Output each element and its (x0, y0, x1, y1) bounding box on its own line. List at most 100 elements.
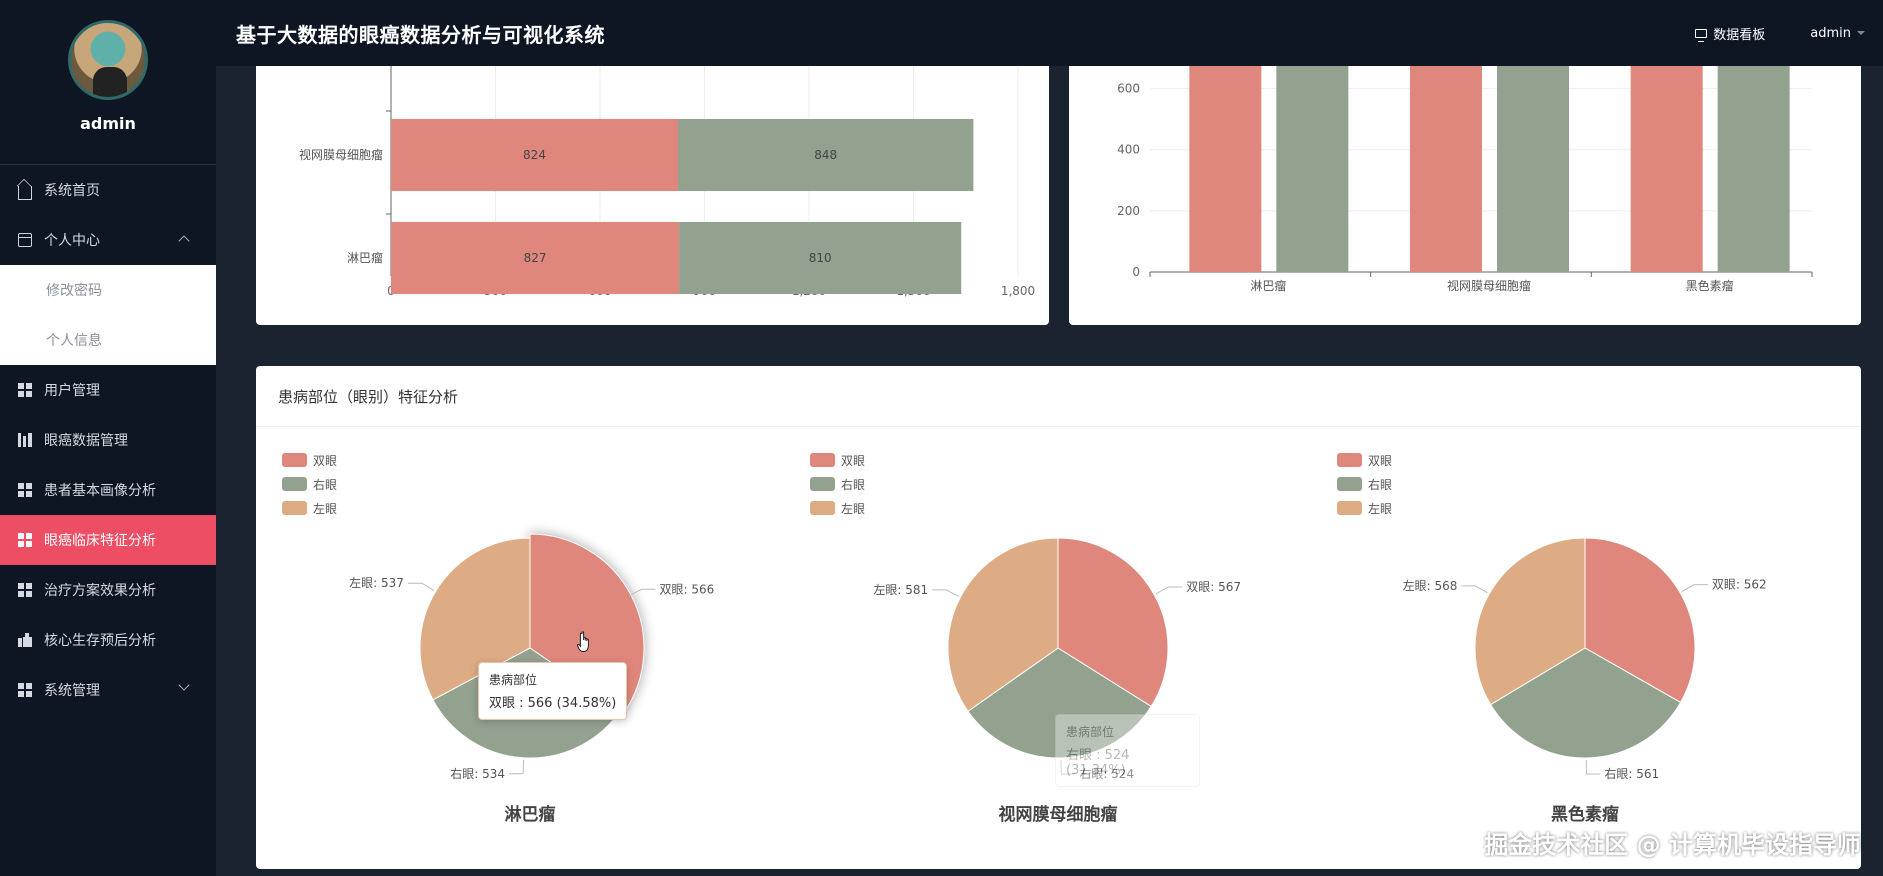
bar (1410, 66, 1482, 272)
sidebar-item-user-management[interactable]: 用户管理 (0, 365, 216, 415)
grouped-bar-chart: 0 200 400 600 淋巴瘤 视网膜母细胞瘤 黑色素瘤 (1117, 66, 1813, 293)
legend-label: 左眼 (1368, 501, 1393, 516)
personal-center-submenu: 修改密码 个人信息 (0, 265, 216, 365)
chart-tooltip: 患病部位 双眼 : 566 (34.58%) (478, 662, 628, 720)
grid-icon (18, 483, 32, 497)
home-icon (18, 186, 32, 200)
dashboard-link[interactable]: 数据看板 (1695, 24, 1765, 43)
legend-item-both[interactable]: 双眼 (282, 448, 337, 472)
legend-label: 双眼 (1368, 453, 1393, 468)
hand-cursor-icon (577, 631, 589, 652)
submenu-item-change-password[interactable]: 修改密码 (0, 265, 216, 315)
chevron-up-icon (178, 235, 190, 247)
card-icon (18, 233, 32, 247)
sidebar-item-clinical-features[interactable]: 眼癌临床特征分析 (0, 515, 216, 565)
pie-label: 双眼: 566 (659, 582, 714, 596)
pie-label-line (1155, 586, 1183, 595)
bar (1717, 66, 1790, 272)
bar-data-label: 827 (524, 251, 547, 265)
legend-label: 右眼 (1368, 477, 1393, 492)
legend-item-both[interactable]: 双眼 (810, 448, 865, 472)
legend-label: 右眼 (313, 477, 338, 492)
sidebar-item-label: 患者基本画像分析 (44, 483, 156, 499)
sidebar-item-home[interactable]: 系统首页 (0, 165, 216, 215)
bar (1189, 66, 1262, 272)
user-profile: admin (0, 0, 216, 165)
header-username: admin (1810, 25, 1851, 41)
caret-down-icon (1857, 31, 1865, 35)
legend-swatch (810, 501, 835, 515)
sidebar-username: admin (80, 114, 136, 133)
stacked-bar-chart: 03006009001,2001,5001,800视网膜母细胞瘤824848淋巴… (299, 66, 1035, 298)
app-title: 基于大数据的眼癌数据分析与可视化系统 (236, 22, 605, 47)
legend-item-both[interactable]: 双眼 (1337, 448, 1392, 472)
y-tick-label: 淋巴瘤 (347, 250, 383, 265)
legend-swatch (282, 453, 307, 467)
dashboard-link-label: 数据看板 (1713, 27, 1766, 43)
pie-title-melanoma: 黑色素瘤 (1551, 805, 1619, 825)
legend-label: 左眼 (313, 501, 338, 516)
pie-label: 双眼: 567 (1186, 580, 1241, 594)
pie-label: 双眼: 562 (1712, 578, 1767, 592)
pie-label: 右眼: 534 (450, 766, 505, 781)
grid-icon (18, 533, 32, 547)
eye-side-analysis-card: 患病部位（眼别）特征分析 双眼: 566 右眼: 534 左眼: 537 双眼: 56… (256, 366, 1861, 869)
pie-legend-2: 双眼 右眼 左眼 (810, 448, 865, 520)
watermark-text: 掘金技术社区 @ 计算机毕设指导师 (1484, 831, 1861, 859)
legend-item-left[interactable]: 左眼 (1337, 496, 1392, 520)
legend-item-left[interactable]: 左眼 (282, 496, 337, 520)
panel-title: 患病部位（眼别）特征分析 (256, 366, 1861, 427)
legend-label: 左眼 (841, 501, 866, 516)
sidebar-item-label: 用户管理 (44, 383, 100, 399)
legend-item-left[interactable]: 左眼 (810, 496, 865, 520)
pie-title-lymphoma: 淋巴瘤 (504, 805, 556, 825)
submenu-item-personal-info[interactable]: 个人信息 (0, 315, 216, 365)
pie-label-line (628, 588, 656, 597)
x-tick-label: 1,800 (1001, 284, 1035, 298)
legend-item-right[interactable]: 右眼 (1337, 472, 1392, 496)
pie-title-retinoblastoma: 视网膜母细胞瘤 (998, 805, 1118, 825)
sidebar-item-system-management[interactable]: 系统管理 (0, 665, 216, 715)
bar (1276, 66, 1349, 272)
y-tick-label: 200 (1117, 204, 1140, 218)
pie-label-line (407, 582, 435, 591)
pie-label: 左眼: 537 (349, 575, 404, 590)
pie-legend-3: 双眼 右眼 左眼 (1337, 448, 1392, 520)
sidebar-item-label: 系统首页 (44, 183, 100, 199)
bar (1497, 66, 1569, 272)
y-tick-label: 视网膜母细胞瘤 (299, 147, 383, 162)
bar-data-label: 824 (523, 148, 546, 162)
x-tick-label: 黑色素瘤 (1686, 278, 1734, 293)
legend-item-right[interactable]: 右眼 (810, 472, 865, 496)
chart-card-stacked-bar: 03006009001,2001,5001,800视网膜母细胞瘤824848淋巴… (256, 66, 1049, 325)
legend-label: 双眼 (841, 453, 866, 468)
pie-label: 右眼: 561 (1604, 766, 1659, 781)
user-dropdown[interactable]: admin (1810, 26, 1865, 41)
legend-swatch (282, 477, 307, 491)
bar-data-label: 810 (809, 251, 832, 265)
chevron-down-icon (178, 679, 190, 691)
chart-tooltip-faded: 患病部位 右眼 : 524 (31.34%) (1055, 714, 1200, 787)
pie-legend-1: 双眼 右眼 左眼 (282, 448, 337, 520)
sidebar-item-treatment-effect[interactable]: 治疗方案效果分析 (0, 565, 216, 615)
sidebar-item-label: 核心生存预后分析 (44, 633, 156, 649)
y-tick-label: 600 (1117, 82, 1140, 96)
legend-item-right[interactable]: 右眼 (282, 472, 337, 496)
legend-label: 双眼 (313, 453, 338, 468)
sidebar-item-survival-prognosis[interactable]: 核心生存预后分析 (0, 615, 216, 665)
tooltip-text: 双眼 : 566 (34.58%) (489, 696, 617, 711)
sidebar-item-personal-center[interactable]: 个人中心 (0, 215, 216, 265)
grid-icon (18, 683, 32, 697)
sidebar-item-patient-profile[interactable]: 患者基本画像分析 (0, 465, 216, 515)
sidebar-menu: 系统首页 个人中心 修改密码 个人信息 用户管理 眼癌数据管理 患者基本画像分析… (0, 165, 216, 715)
avatar[interactable] (68, 20, 148, 100)
monitor-icon (1695, 28, 1708, 42)
pie-label: 左眼: 568 (1403, 578, 1458, 593)
sidebar-item-eye-cancer-data[interactable]: 眼癌数据管理 (0, 415, 216, 465)
pie-label: 左眼: 581 (873, 582, 928, 597)
pie-label-line (1461, 585, 1488, 594)
pie-label-line (1585, 759, 1601, 775)
pie-label-line (508, 759, 525, 775)
tooltip-title: 患病部位 (1066, 725, 1115, 739)
legend-label: 右眼 (841, 477, 866, 492)
